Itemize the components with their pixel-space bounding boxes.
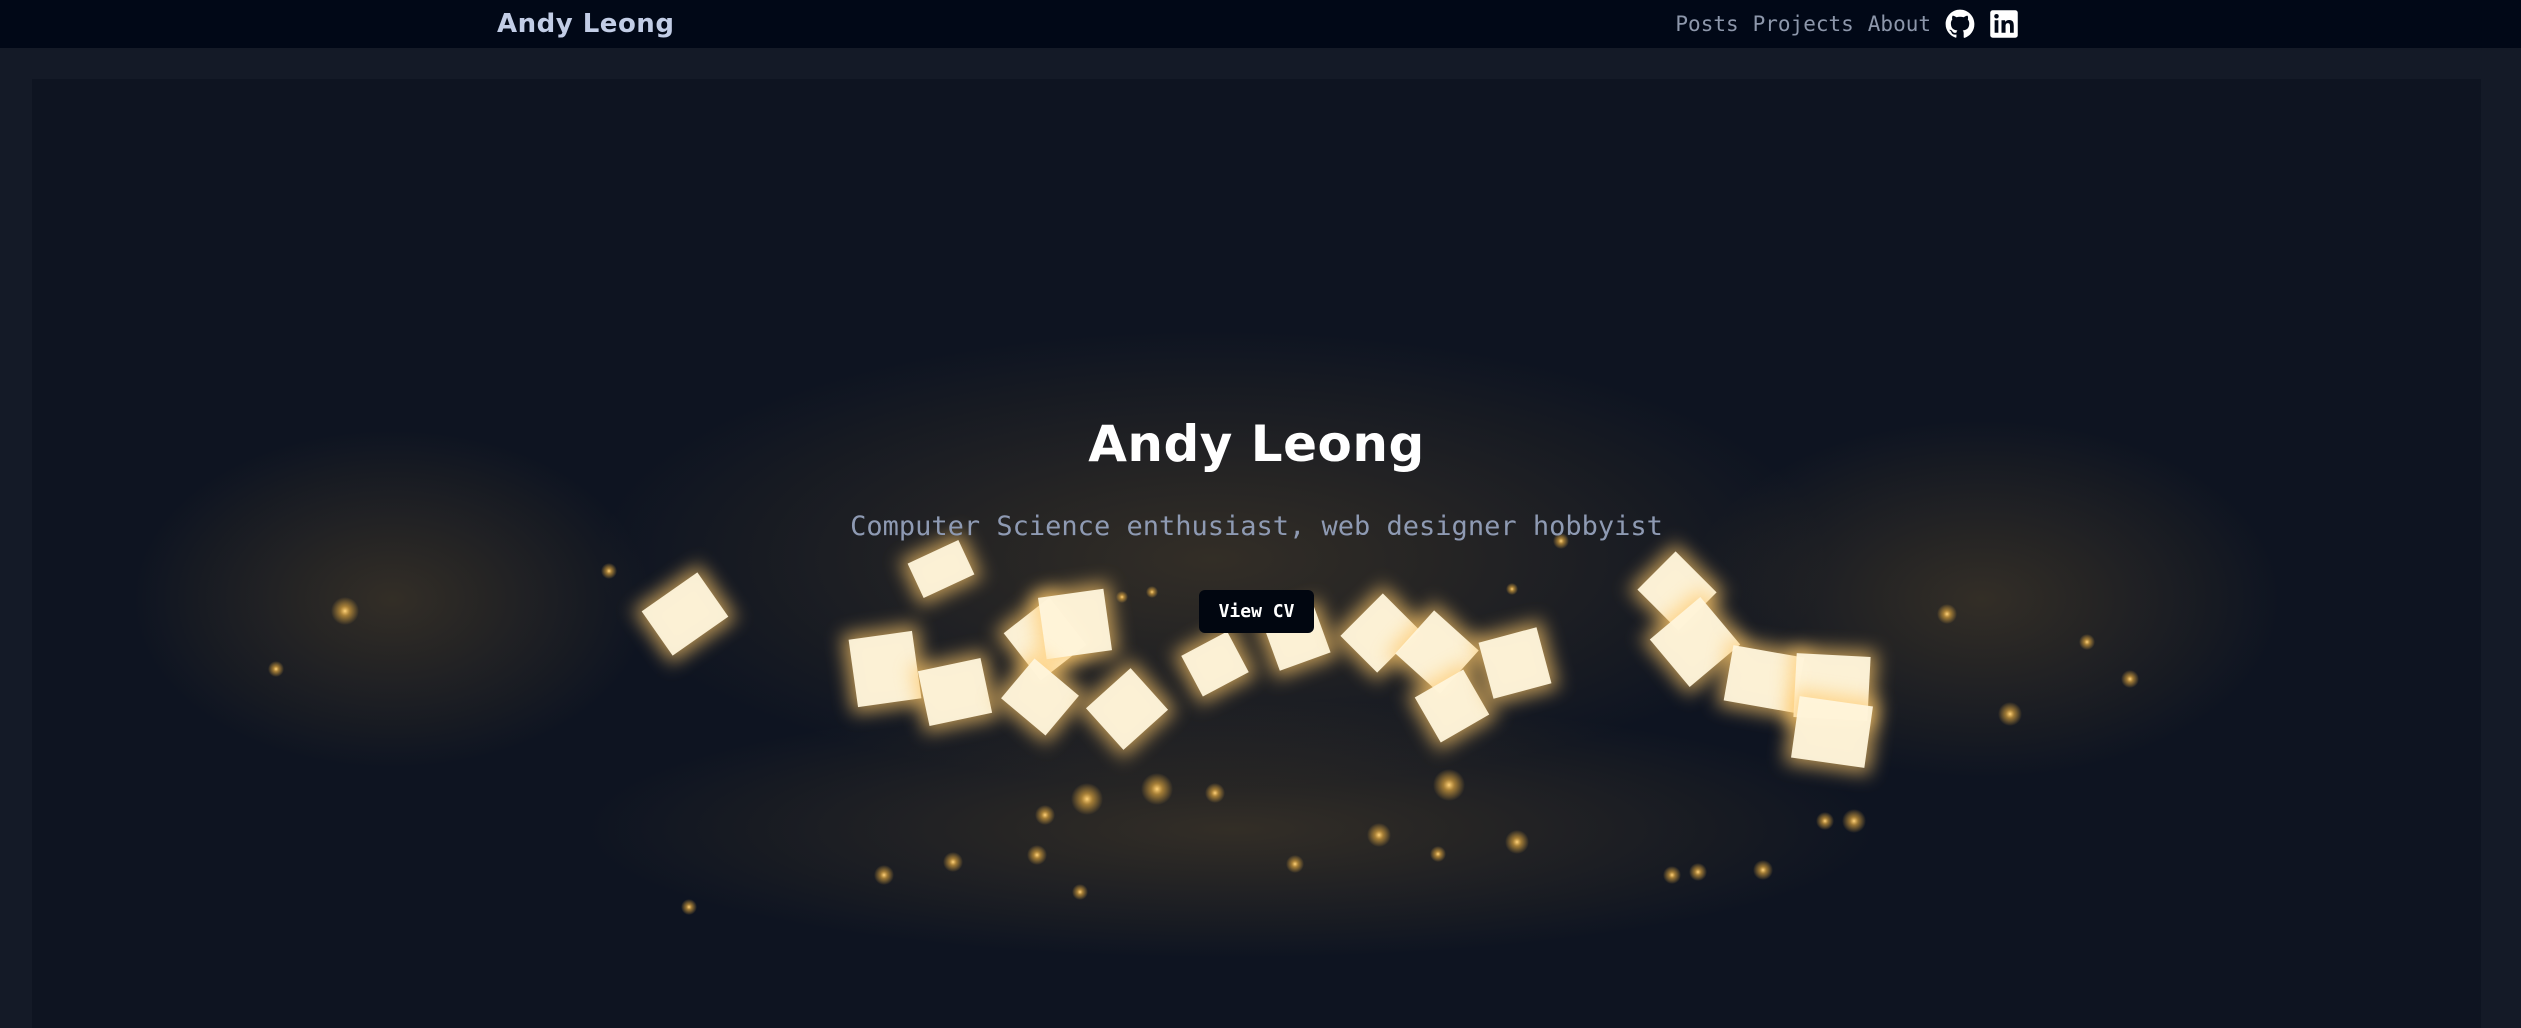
glowing-particle <box>1689 863 1707 881</box>
glowing-particle <box>1071 783 1103 815</box>
glowing-particle <box>1937 604 1957 624</box>
glowing-particle <box>1367 823 1391 847</box>
glowing-particle <box>268 661 284 677</box>
glowing-particle <box>1146 586 1158 598</box>
nav-link-posts[interactable]: Posts <box>1675 12 1738 36</box>
glowing-particle <box>1842 809 1866 833</box>
ambient-haze <box>582 699 1882 959</box>
nav-link-about[interactable]: About <box>1868 12 1931 36</box>
view-cv-button[interactable]: View CV <box>1199 590 1314 633</box>
github-icon-glyph <box>1945 9 1975 38</box>
glowing-particle <box>1506 583 1518 595</box>
glowing-particle <box>1505 830 1529 854</box>
glowing-particle <box>331 597 359 625</box>
glowing-particle <box>1141 773 1173 805</box>
glowing-particle <box>874 865 894 885</box>
glowing-particle <box>2079 634 2095 650</box>
glowing-particle <box>1286 855 1304 873</box>
github-icon[interactable] <box>1945 9 1975 39</box>
top-navbar: Andy Leong Posts Projects About <box>0 0 2521 48</box>
glowing-particles-scene <box>132 329 2282 959</box>
ambient-haze <box>132 429 652 769</box>
glowing-particle <box>1753 860 1773 880</box>
glowing-particle <box>1035 805 1055 825</box>
glowing-particle <box>2121 670 2139 688</box>
hero-subtitle: Computer Science enthusiast, web designe… <box>850 511 1663 542</box>
ambient-haze <box>1682 419 2282 779</box>
hero-title: Andy Leong <box>1088 415 1425 473</box>
glowing-particle <box>1027 845 1047 865</box>
linkedin-icon-glyph <box>1990 10 2018 38</box>
glowing-particle <box>1072 884 1088 900</box>
glowing-particle <box>1116 591 1128 603</box>
glowing-particle <box>1430 846 1446 862</box>
glowing-particle <box>1998 702 2022 726</box>
glowing-particle <box>943 852 963 872</box>
glowing-particle <box>1816 812 1834 830</box>
glowing-particle <box>681 899 697 915</box>
glowing-particle <box>1433 769 1465 801</box>
glowing-particle <box>1205 783 1225 803</box>
glowing-particle <box>1663 866 1681 884</box>
nav-menu: Posts Projects About <box>1675 0 2019 48</box>
brand-link[interactable]: Andy Leong <box>497 0 674 48</box>
hero-section: Andy Leong Computer Science enthusiast, … <box>32 79 2481 1028</box>
linkedin-icon[interactable] <box>1989 9 2019 39</box>
nav-link-projects[interactable]: Projects <box>1753 12 1854 36</box>
glowing-particle <box>601 563 617 579</box>
glowing-card <box>1784 689 1880 775</box>
glowing-card <box>1031 581 1119 667</box>
